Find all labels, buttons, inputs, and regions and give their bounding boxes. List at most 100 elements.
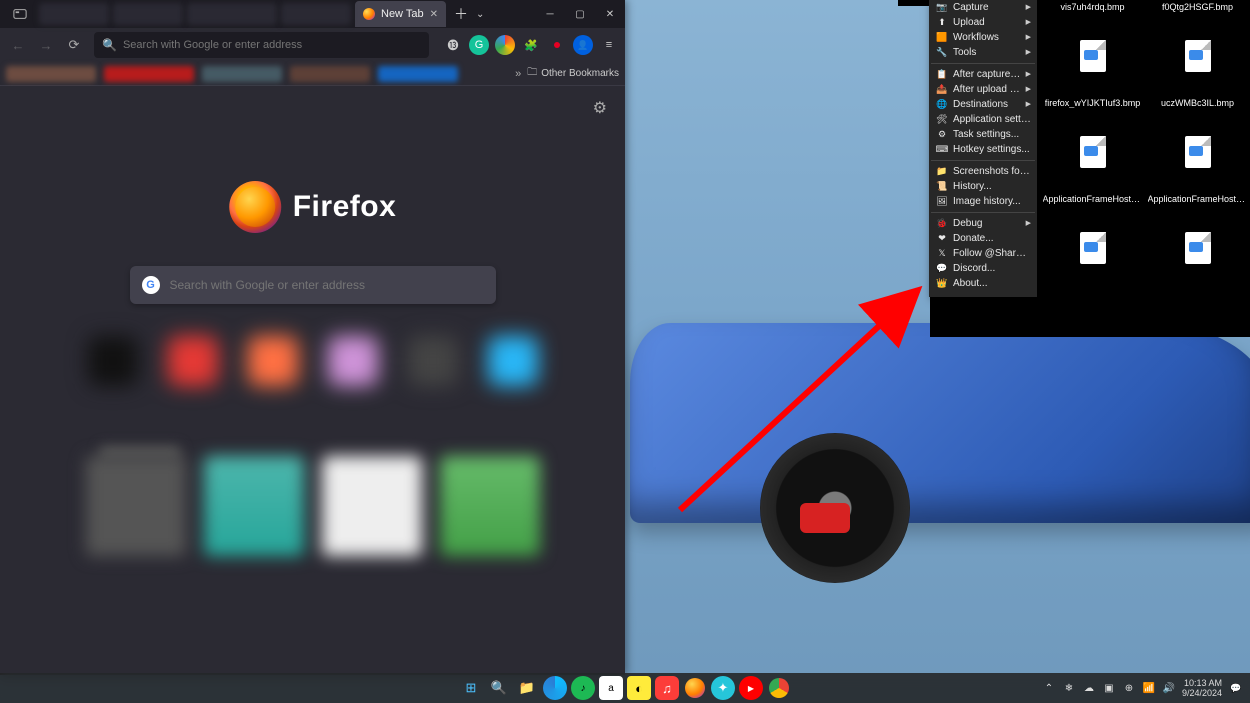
menu-item-about[interactable]: 👑About... [929, 276, 1037, 291]
shortcut-2[interactable] [168, 336, 218, 386]
menu-item-tools[interactable]: 🔧Tools▶ [929, 45, 1037, 60]
menu-item-donate[interactable]: ❤Donate... [929, 231, 1037, 246]
tray-sharex[interactable]: ▣ [1102, 681, 1116, 695]
file-thumbnail[interactable]: f0Qtg2HSGF.bmp [1145, 0, 1250, 96]
app-menu-button[interactable]: ≡ [599, 35, 619, 55]
taskbar-search[interactable]: 🔍 [487, 676, 511, 700]
taskbar-music[interactable]: ♫ [655, 676, 679, 700]
new-tab-button[interactable]: ＋ [454, 4, 468, 24]
newtab-search-input[interactable] [170, 278, 484, 292]
tray-onedrive[interactable]: ☁ [1082, 681, 1096, 695]
bookmark-blurred-4[interactable] [290, 66, 370, 82]
tray-overflow[interactable]: ⌃ [1042, 681, 1056, 695]
pocket-icon[interactable] [547, 35, 567, 55]
menu-icon: 💬 [935, 261, 949, 276]
menu-label: Image history... [953, 194, 1031, 209]
forward-button[interactable]: → [34, 33, 58, 57]
account-icon[interactable]: 👤 [573, 35, 593, 55]
tray-app-1[interactable]: ❄ [1062, 681, 1076, 695]
bookmarks-overflow-button[interactable]: » [515, 68, 521, 80]
card-1[interactable] [86, 456, 186, 556]
tray-volume[interactable]: 🔊 [1162, 681, 1176, 695]
taskbar-explorer[interactable]: 📁 [515, 676, 539, 700]
menu-item-screenshots-folder[interactable]: 📁Screenshots folder... [929, 164, 1037, 179]
menu-item-image-history[interactable]: 🖼Image history... [929, 194, 1037, 209]
tray-wifi[interactable]: 📶 [1142, 681, 1156, 695]
bookmark-blurred-2[interactable] [104, 66, 194, 82]
url-input[interactable] [123, 39, 421, 51]
grammarly-icon[interactable]: G [469, 35, 489, 55]
menu-item-workflows[interactable]: 🟧Workflows▶ [929, 30, 1037, 45]
menu-item-history[interactable]: 📜History... [929, 179, 1037, 194]
menu-item-debug[interactable]: 🐞Debug▶ [929, 216, 1037, 231]
file-thumbnail[interactable]: ApplicationFrameHost_Gc... [1040, 192, 1145, 288]
menu-item-after-capture-tasks[interactable]: 📋After capture tasks▶ [929, 67, 1037, 82]
card-4[interactable] [440, 456, 540, 556]
menu-icon: 📤 [935, 82, 949, 97]
menu-label: Donate... [953, 231, 1031, 246]
nav-toolbar: ← → ⟳ 🔍 ⓭ G 🧩 👤 ≡ [0, 28, 625, 62]
tab-blurred-2[interactable] [113, 3, 183, 25]
menu-item-destinations[interactable]: 🌐Destinations▶ [929, 97, 1037, 112]
card-3[interactable] [322, 456, 422, 556]
menu-item-application-settings[interactable]: 🛠Application settings... [929, 112, 1037, 127]
taskbar-app-2[interactable]: ◐ [627, 676, 651, 700]
file-icon [1080, 40, 1106, 72]
tab-blurred-3[interactable] [187, 3, 277, 25]
bookmark-blurred-1[interactable] [6, 66, 96, 82]
tracking-icon[interactable]: ⓭ [443, 35, 463, 55]
menu-icon: ⌨ [935, 142, 949, 157]
menu-item-task-settings[interactable]: ⚙Task settings... [929, 127, 1037, 142]
minimize-button[interactable]: ─ [535, 0, 565, 28]
shortcut-5[interactable] [408, 336, 458, 386]
tab-list-button[interactable]: ⌄ [476, 9, 484, 20]
taskbar-edge[interactable] [543, 676, 567, 700]
file-thumbnail[interactable]: firefox_wYIJKTIuf3.bmp [1040, 96, 1145, 192]
taskbar-firefox[interactable] [683, 676, 707, 700]
start-button[interactable]: ⊞ [459, 676, 483, 700]
file-thumbnail[interactable]: vis7uh4rdq.bmp [1040, 0, 1145, 96]
shortcut-4[interactable] [328, 336, 378, 386]
menu-item-capture[interactable]: 📷Capture▶ [929, 0, 1037, 15]
reload-button[interactable]: ⟳ [62, 33, 86, 57]
menu-icon: 🟧 [935, 30, 949, 45]
menu-item-follow-sharex[interactable]: 𝕏Follow @ShareX... [929, 246, 1037, 261]
file-name: firefox_wYIJKTIuf3.bmp [1045, 98, 1141, 108]
firefox-view-button[interactable] [5, 4, 35, 24]
menu-item-discord[interactable]: 💬Discord... [929, 261, 1037, 276]
chrome-ext-icon[interactable] [495, 35, 515, 55]
taskbar-app-3[interactable]: ✦ [711, 676, 735, 700]
close-window-button[interactable]: ✕ [595, 0, 625, 28]
taskbar-app-1[interactable]: a [599, 676, 623, 700]
tab-close-button[interactable]: ✕ [430, 9, 438, 20]
card-2[interactable] [204, 456, 304, 556]
file-thumbnail[interactable]: uczWMBc3IL.bmp [1145, 96, 1250, 192]
shortcut-3[interactable] [248, 336, 298, 386]
menu-item-after-upload-tasks[interactable]: 📤After upload tasks▶ [929, 82, 1037, 97]
file-thumbnail[interactable]: ApplicationFrameHost_Kd... [1145, 192, 1250, 288]
shortcut-6[interactable] [488, 336, 538, 386]
taskbar-youtube[interactable]: ▶ [739, 676, 763, 700]
tab-blurred-4[interactable] [281, 3, 351, 25]
customize-button[interactable]: ⚙ [593, 98, 607, 118]
maximize-button[interactable]: ▢ [565, 0, 595, 28]
menu-label: History... [953, 179, 1031, 194]
taskbar-spotify[interactable]: ♪ [571, 676, 595, 700]
url-bar[interactable]: 🔍 [94, 32, 429, 58]
menu-item-upload[interactable]: ⬆Upload▶ [929, 15, 1037, 30]
tab-new-tab[interactable]: New Tab ✕ [355, 1, 446, 27]
tab-blurred-1[interactable] [39, 3, 109, 25]
menu-item-hotkey-settings[interactable]: ⌨Hotkey settings... [929, 142, 1037, 157]
shortcut-1[interactable] [88, 336, 138, 386]
taskbar-chrome[interactable] [767, 676, 791, 700]
extensions-icon[interactable]: 🧩 [521, 35, 541, 55]
bookmark-blurred-3[interactable] [202, 66, 282, 82]
bookmark-blurred-5[interactable] [378, 66, 458, 82]
notifications-button[interactable]: 💬 [1228, 680, 1244, 696]
back-button[interactable]: ← [6, 33, 30, 57]
tray-app-2[interactable]: ⊕ [1122, 681, 1136, 695]
other-bookmarks-button[interactable]: 🗀 Other Bookmarks [527, 65, 619, 82]
menu-icon: 📁 [935, 164, 949, 179]
taskbar-clock[interactable]: 10:13 AM 9/24/2024 [1182, 678, 1222, 698]
newtab-search-box[interactable]: G [130, 266, 496, 304]
